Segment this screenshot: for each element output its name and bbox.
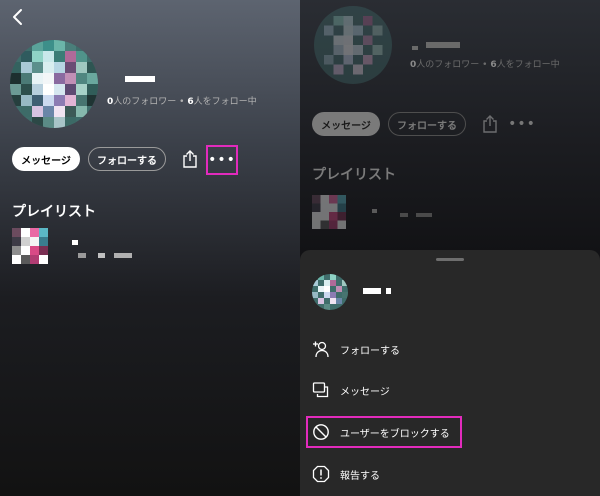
report-icon: [312, 465, 330, 483]
share-button[interactable]: [180, 149, 200, 169]
following-label: 人をフォロー中: [193, 97, 257, 107]
profile-screen: 0人のフォロワー • 6人をフォロー中 メッセージ フォローする ••• プレイ…: [0, 0, 300, 496]
follow-button[interactable]: フォローする: [388, 112, 466, 136]
share-icon: [483, 115, 497, 133]
playlist-meta-redacted: [78, 253, 86, 258]
following-label: 人をフォロー中: [496, 60, 560, 70]
playlist-meta-redacted: [416, 213, 432, 217]
options-bottom-sheet: フォローする メッセージ ユーザーをブロックする 報告する: [300, 250, 600, 496]
follow-stats: 0人のフォロワー • 6人をフォロー中: [410, 57, 560, 70]
playlist-thumbnail[interactable]: [12, 228, 48, 264]
playlist-meta-redacted: [98, 253, 105, 258]
sheet-drag-handle[interactable]: [436, 258, 464, 261]
username-redacted: [412, 46, 418, 50]
playlist-meta-redacted: [372, 209, 377, 213]
username-redacted: [125, 76, 155, 82]
menu-item-label: 報告する: [340, 470, 380, 482]
followers-label: 人のフォロワー: [416, 60, 480, 70]
playlists-heading: プレイリスト: [312, 167, 396, 183]
back-arrow-icon[interactable]: [8, 7, 28, 27]
add-user-icon: [313, 341, 329, 358]
menu-item-report[interactable]: 報告する: [300, 457, 600, 491]
menu-item-label: フォローする: [340, 345, 400, 357]
avatar: [10, 40, 98, 128]
message-button[interactable]: メッセージ: [312, 112, 380, 136]
more-dots-icon: •••: [508, 116, 536, 132]
more-options-button[interactable]: •••: [508, 112, 536, 136]
playlist-thumbnail[interactable]: [312, 195, 346, 229]
highlight-block-user: [306, 416, 462, 448]
playlist-meta-redacted: [400, 213, 408, 217]
share-button[interactable]: [480, 114, 500, 134]
menu-item-label: メッセージ: [340, 386, 390, 398]
stats-separator: •: [479, 60, 491, 70]
avatar: [314, 6, 392, 84]
username-redacted: [426, 42, 460, 48]
profile-screen-with-menu: 0人のフォロワー • 6人をフォロー中 メッセージ フォローする ••• プレイ…: [300, 0, 600, 496]
menu-item-message[interactable]: メッセージ: [300, 373, 600, 407]
share-icon: [183, 150, 197, 168]
message-icon: [312, 382, 329, 398]
menu-item-follow[interactable]: フォローする: [300, 332, 600, 366]
playlist-title-redacted: [72, 240, 78, 245]
message-button[interactable]: メッセージ: [12, 147, 80, 171]
sheet-username-redacted: [386, 288, 391, 294]
playlists-heading: プレイリスト: [12, 204, 96, 220]
highlight-more-options: [206, 145, 238, 175]
followers-label: 人のフォロワー: [113, 97, 177, 107]
playlist-meta-redacted: [114, 253, 132, 258]
follow-stats: 0人のフォロワー • 6人をフォロー中: [107, 94, 257, 107]
sheet-username-redacted: [363, 288, 381, 294]
follow-button[interactable]: フォローする: [88, 147, 166, 171]
sheet-avatar: [312, 274, 348, 310]
stats-separator: •: [176, 97, 188, 107]
